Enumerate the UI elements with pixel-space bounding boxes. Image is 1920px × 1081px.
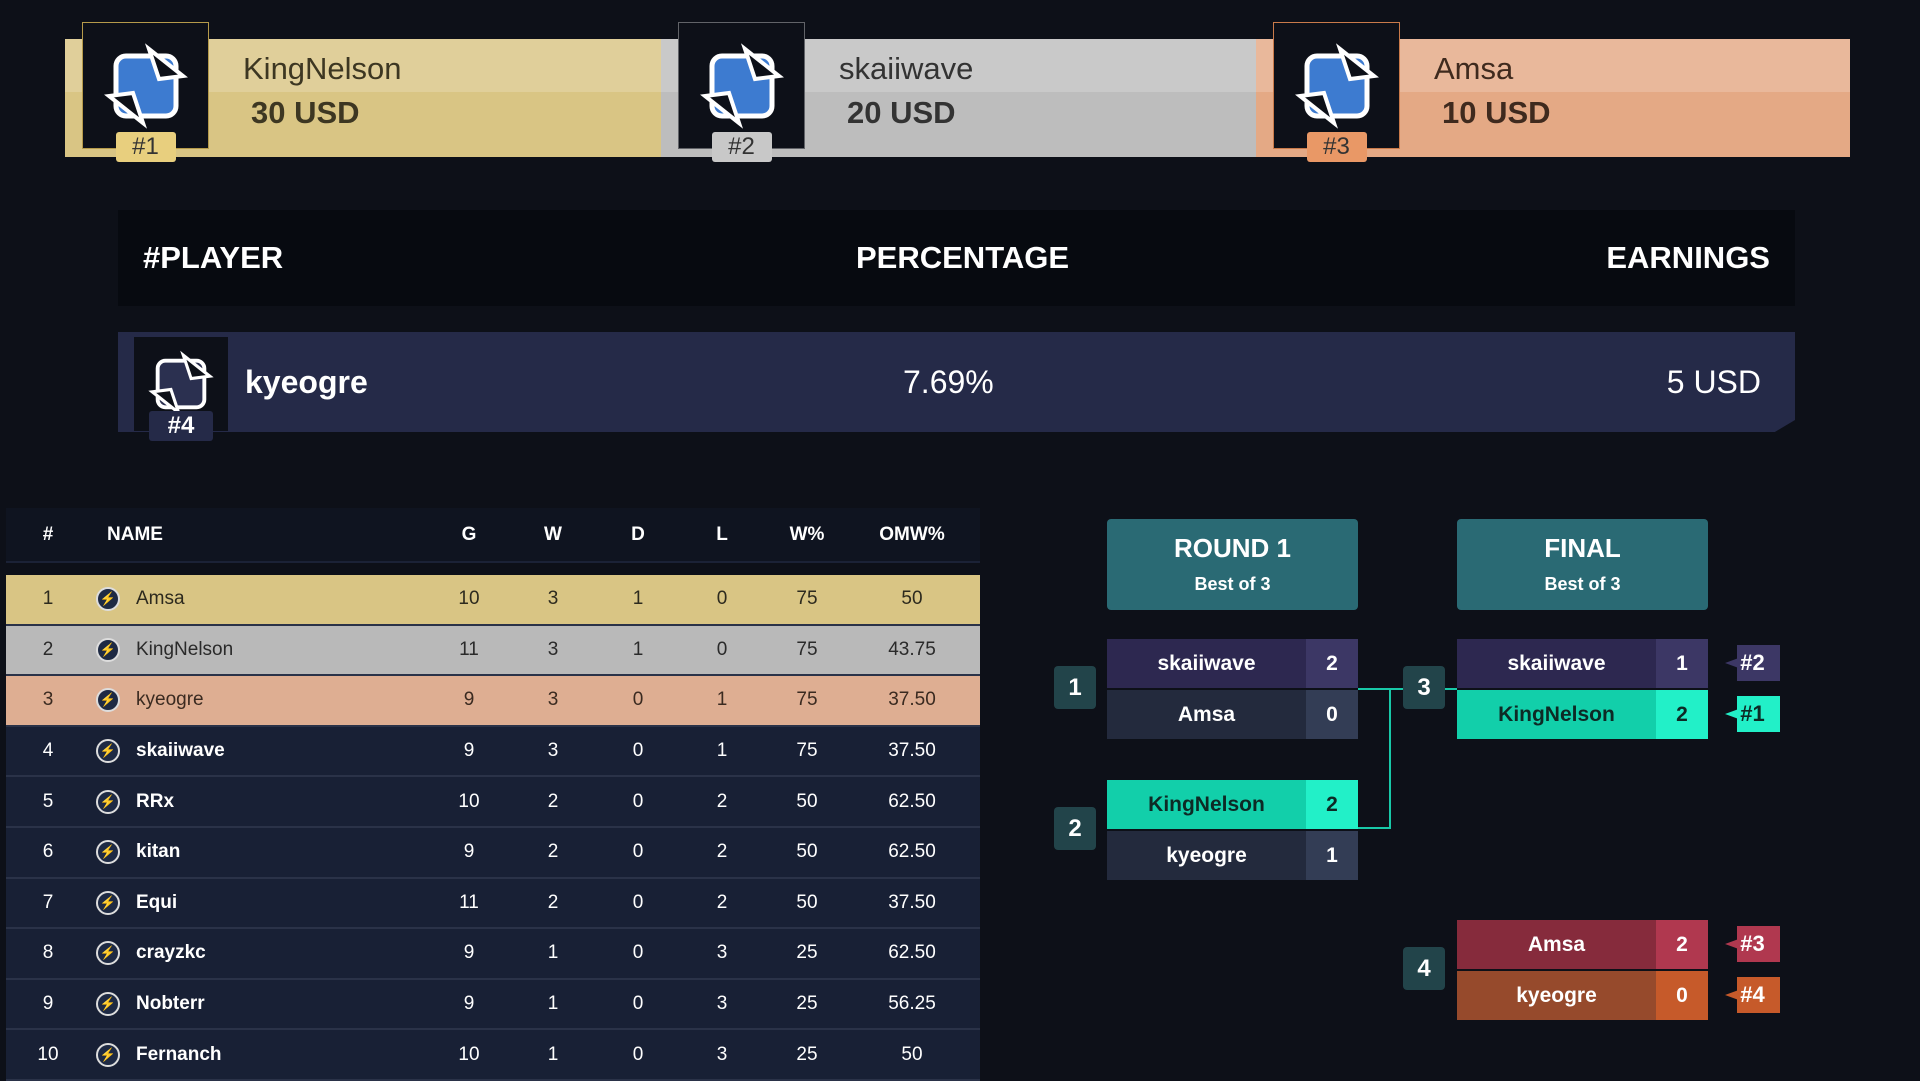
slot-score: 2: [1656, 690, 1708, 739]
slot-player: Amsa: [1177, 702, 1236, 726]
slot-score: 1: [1306, 831, 1358, 880]
slot-score: 2: [1306, 639, 1358, 688]
match-slot[interactable]: Amsa 0: [1107, 690, 1358, 739]
slot-player: skaiiwave: [1507, 651, 1606, 675]
match-number: 3: [1403, 666, 1445, 709]
match-slot[interactable]: Amsa 2: [1457, 920, 1708, 969]
rank-badge: #4: [149, 411, 213, 441]
match-number: 1: [1054, 666, 1096, 709]
match-number: 2: [1054, 807, 1096, 850]
slot-player: KingNelson: [1148, 792, 1265, 816]
match-slot[interactable]: skaiiwave 2: [1107, 639, 1358, 688]
slot-score: 2: [1306, 780, 1358, 829]
match-slot[interactable]: kyeogre 1: [1107, 831, 1358, 880]
match-slot[interactable]: KingNelson 2: [1107, 780, 1358, 829]
slot-score: 0: [1306, 690, 1358, 739]
slot-player: KingNelson: [1498, 702, 1615, 726]
slot-player: kyeogre: [1166, 843, 1247, 867]
match-number: 4: [1403, 947, 1445, 990]
match-slot[interactable]: KingNelson 2: [1457, 690, 1708, 739]
slot-score: 0: [1656, 971, 1708, 1020]
slot-score: 2: [1656, 920, 1708, 969]
slot-player: kyeogre: [1516, 983, 1597, 1007]
bracket-connectors: [1358, 688, 1457, 829]
match-slot[interactable]: skaiiwave 1: [1457, 639, 1708, 688]
avatar: #4: [134, 337, 228, 441]
slot-score: 1: [1656, 639, 1708, 688]
match-slot[interactable]: kyeogre 0: [1457, 971, 1708, 1020]
slot-player: skaiiwave: [1157, 651, 1256, 675]
slot-player: Amsa: [1527, 932, 1586, 956]
logo-icon: [148, 350, 214, 418]
